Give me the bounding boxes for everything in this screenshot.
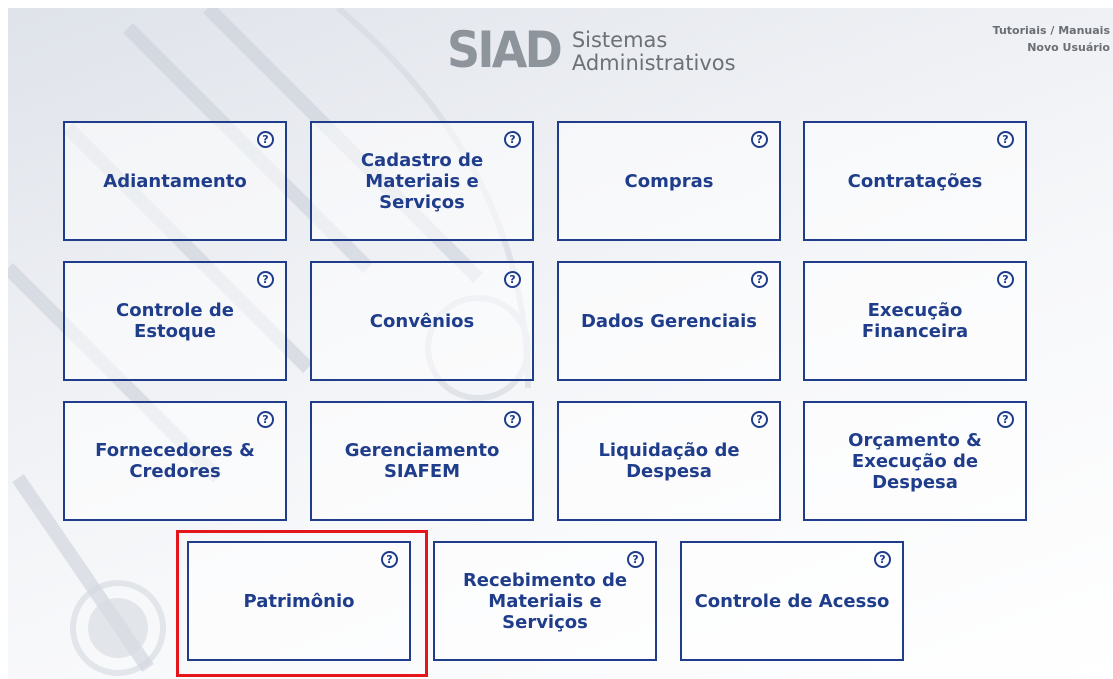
module-tile-orcamento-execucao-despesa[interactable]: Orçamento & Execução de Despesa ? xyxy=(803,401,1027,521)
module-tile-controle-estoque[interactable]: Controle de Estoque ? xyxy=(63,261,287,381)
help-icon[interactable]: ? xyxy=(627,551,644,568)
logo-mark: SIAD xyxy=(447,21,563,79)
help-icon[interactable]: ? xyxy=(504,411,521,428)
module-tile-recebimento-materiais-servicos[interactable]: Recebimento de Materiais e Serviços ? xyxy=(433,541,657,661)
module-tile-cadastro-materiais-servicos[interactable]: Cadastro de Materiais e Serviços ? xyxy=(310,121,534,241)
module-label: Gerenciamento SIAFEM xyxy=(344,440,500,482)
module-tile-liquidacao-despesa[interactable]: Liquidação de Despesa ? xyxy=(557,401,781,521)
module-label: Controle de Acesso xyxy=(694,590,890,612)
siad-logo: SIAD Sistemas Administrativos xyxy=(447,24,736,76)
top-links: Tutoriais / Manuais Novo Usuário xyxy=(993,22,1110,56)
module-label: Dados Gerenciais xyxy=(580,310,758,332)
module-tile-contratacoes[interactable]: Contratações ? xyxy=(803,121,1027,241)
module-label: Cadastro de Materiais e Serviços xyxy=(360,149,484,213)
module-label: Recebimento de Materiais e Serviços xyxy=(462,569,628,633)
help-icon[interactable]: ? xyxy=(874,551,891,568)
tutorials-manuals-link[interactable]: Tutoriais / Manuais xyxy=(993,22,1110,39)
module-label: Compras xyxy=(624,170,714,192)
help-icon[interactable]: ? xyxy=(504,131,521,148)
module-label: Liquidação de Despesa xyxy=(598,440,740,482)
help-icon[interactable]: ? xyxy=(257,271,274,288)
module-label: Contratações xyxy=(847,170,983,192)
module-label: Adiantamento xyxy=(103,170,247,192)
help-icon[interactable]: ? xyxy=(257,411,274,428)
module-label: Convênios xyxy=(369,310,475,332)
logo-line-1: Sistemas xyxy=(571,28,668,52)
help-icon[interactable]: ? xyxy=(751,131,768,148)
module-label: Fornecedores & Credores xyxy=(95,440,255,482)
module-tile-patrimonio[interactable]: Patrimônio ? xyxy=(187,541,411,661)
module-tile-dados-gerenciais[interactable]: Dados Gerenciais ? xyxy=(557,261,781,381)
module-tile-convenios[interactable]: Convênios ? xyxy=(310,261,534,381)
help-icon[interactable]: ? xyxy=(504,271,521,288)
module-tile-execucao-financeira[interactable]: Execução Financeira ? xyxy=(803,261,1027,381)
help-icon[interactable]: ? xyxy=(751,271,768,288)
help-icon[interactable]: ? xyxy=(997,271,1014,288)
logo-line-2: Administrativos xyxy=(571,51,736,75)
logo-text: Sistemas Administrativos xyxy=(572,29,736,75)
help-icon[interactable]: ? xyxy=(751,411,768,428)
module-label: Patrimônio xyxy=(243,590,355,612)
module-tile-compras[interactable]: Compras ? xyxy=(557,121,781,241)
new-user-link[interactable]: Novo Usuário xyxy=(993,39,1110,56)
module-tile-gerenciamento-siafem[interactable]: Gerenciamento SIAFEM ? xyxy=(310,401,534,521)
help-icon[interactable]: ? xyxy=(257,131,274,148)
help-icon[interactable]: ? xyxy=(997,131,1014,148)
module-label: Orçamento & Execução de Despesa xyxy=(848,429,982,493)
module-label: Execução Financeira xyxy=(861,300,969,342)
module-tile-fornecedores-credores[interactable]: Fornecedores & Credores ? xyxy=(63,401,287,521)
module-tile-controle-acesso[interactable]: Controle de Acesso ? xyxy=(680,541,904,661)
module-tile-adiantamento[interactable]: Adiantamento ? xyxy=(63,121,287,241)
help-icon[interactable]: ? xyxy=(381,551,398,568)
help-icon[interactable]: ? xyxy=(997,411,1014,428)
module-label: Controle de Estoque xyxy=(116,300,234,342)
